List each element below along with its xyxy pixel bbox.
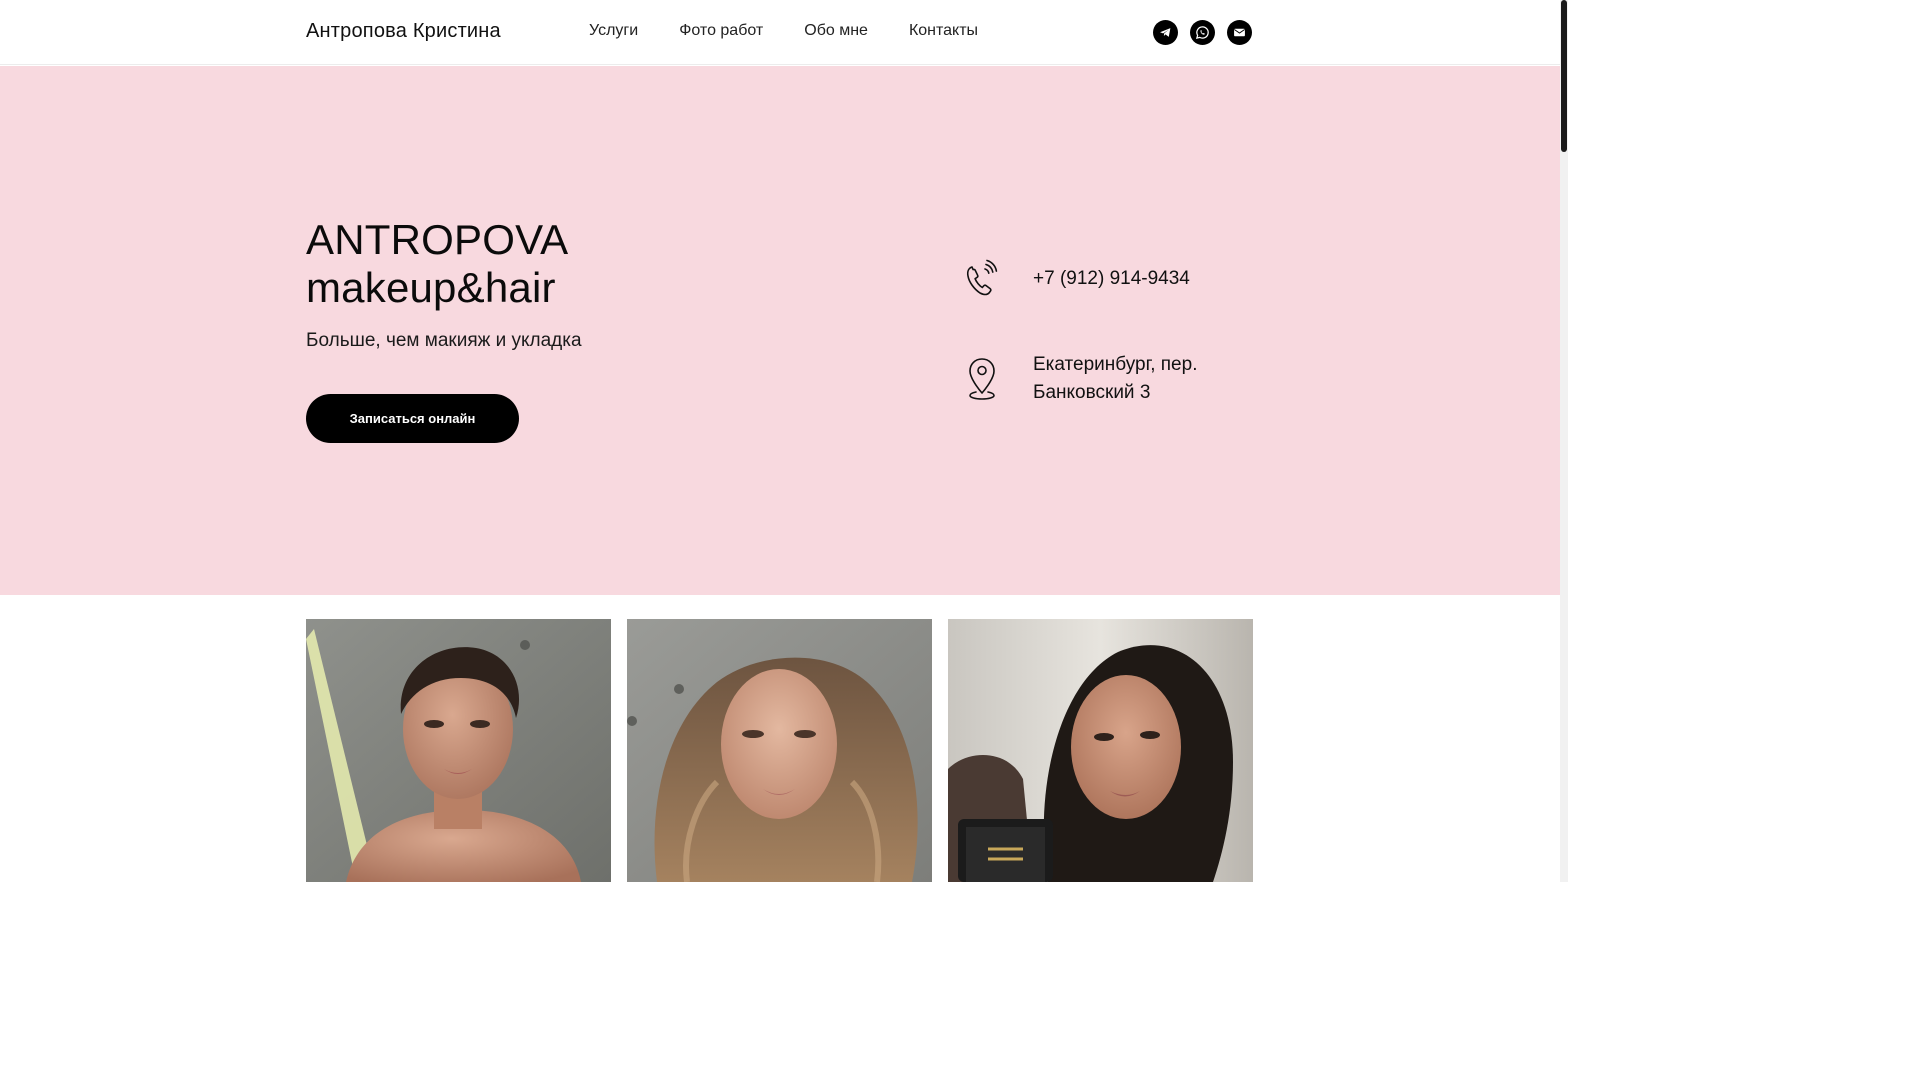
photo-gallery xyxy=(306,619,1253,882)
hero-section: ANTROPOVA makeup&hair Больше, чем макияж… xyxy=(0,66,1560,595)
scrollbar-thumb[interactable] xyxy=(1561,0,1567,152)
phone-contact: +7 (912) 914-9434 xyxy=(963,256,1190,302)
gallery-photo-portrait-dark-hair[interactable] xyxy=(948,619,1253,882)
main-nav: Услуги Фото работ Обо мне Контакты xyxy=(589,22,978,40)
gallery-photo-portrait-waves[interactable] xyxy=(627,619,932,882)
brand-name[interactable]: Антропова Кристина xyxy=(306,20,501,43)
nav-link-about[interactable]: Обо мне xyxy=(804,22,868,40)
page: Антропова Кристина Услуги Фото работ Обо… xyxy=(0,0,1568,882)
address-text: Екатеринбург, пер. Банковский 3 xyxy=(1033,351,1197,407)
hero-title-line-2: makeup&hair xyxy=(306,264,556,311)
hero-subtitle: Больше, чем макияж и укладка xyxy=(306,330,582,351)
gallery-photo-portrait-updo[interactable] xyxy=(306,619,611,882)
nav-link-services[interactable]: Услуги xyxy=(589,22,638,40)
address-line-1: Екатеринбург, пер. xyxy=(1033,354,1198,375)
book-online-button[interactable]: Записаться онлайн xyxy=(306,394,519,443)
address-line-2: Банковский 3 xyxy=(1033,382,1151,403)
phone-icon xyxy=(963,256,1001,302)
phone-number[interactable]: +7 (912) 914-9434 xyxy=(1033,265,1190,293)
site-header: Антропова Кристина Услуги Фото работ Обо… xyxy=(0,0,1560,65)
nav-link-contacts[interactable]: Контакты xyxy=(909,22,978,40)
address-contact: Екатеринбург, пер. Банковский 3 xyxy=(963,351,1197,407)
nav-link-portfolio[interactable]: Фото работ xyxy=(679,22,763,40)
whatsapp-icon[interactable] xyxy=(1190,20,1215,45)
hero-title: ANTROPOVA makeup&hair xyxy=(306,216,568,312)
location-pin-icon xyxy=(963,356,1001,402)
telegram-icon[interactable] xyxy=(1153,20,1178,45)
social-links xyxy=(1153,20,1252,45)
email-icon[interactable] xyxy=(1227,20,1252,45)
page-scrollbar[interactable] xyxy=(1560,0,1568,882)
hero-title-line-1: ANTROPOVA xyxy=(306,216,569,263)
